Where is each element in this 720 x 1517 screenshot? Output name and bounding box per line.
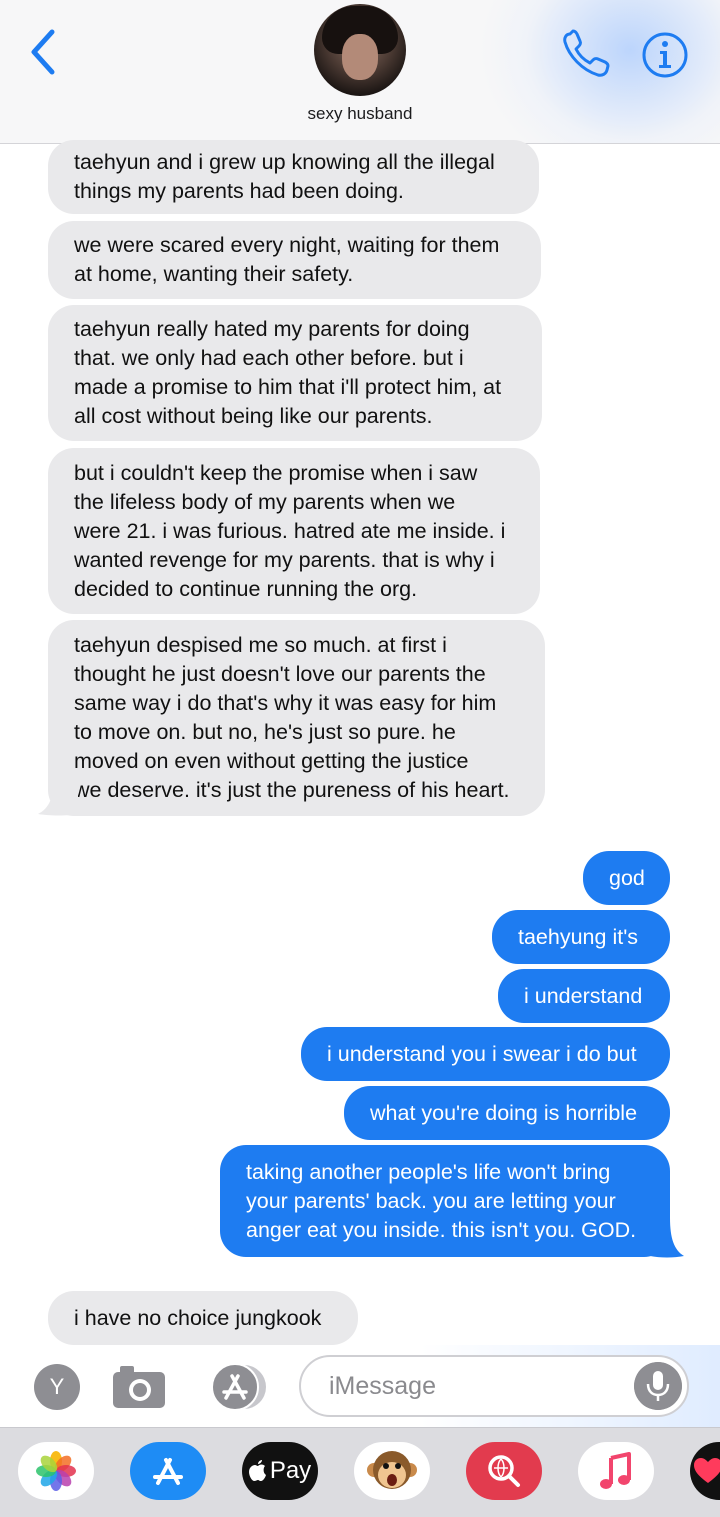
heart-icon	[694, 1458, 720, 1483]
web-search-icon	[488, 1455, 520, 1487]
imessage-placeholder: iMessage	[329, 1372, 436, 1400]
user-avatar-button[interactable]: Y	[34, 1364, 80, 1410]
received-message-bubble[interactable]: we were scared every night, waiting for …	[48, 221, 541, 299]
music-app-button[interactable]	[578, 1442, 654, 1500]
animoji-app-button[interactable]	[354, 1442, 430, 1500]
received-message-bubble[interactable]: taehyun despised me so much. at first i …	[48, 620, 545, 816]
sent-message-bubble[interactable]: i understand you i swear i do but	[301, 1027, 670, 1081]
received-message-bubble[interactable]: taehyun and i grew up knowing all the il…	[48, 140, 539, 214]
info-icon[interactable]	[640, 30, 690, 80]
conversation-header: sexy husband	[0, 0, 720, 144]
apple-pay-icon	[248, 1460, 266, 1481]
apple-pay-app-button[interactable]: Pay	[242, 1442, 318, 1500]
photos-app-button[interactable]	[18, 1442, 94, 1500]
app-store-icon[interactable]	[204, 1362, 272, 1412]
apple-pay-label: Pay	[269, 1457, 312, 1484]
sent-message-bubble[interactable]: god	[583, 851, 670, 905]
app-store-app-button[interactable]	[130, 1442, 206, 1500]
back-chevron-icon[interactable]	[22, 24, 66, 80]
contact-avatar[interactable]	[314, 4, 406, 96]
received-message-bubble[interactable]: i have no choice jungkook	[48, 1291, 358, 1345]
received-message-bubble[interactable]: taehyun really hated my parents for doin…	[48, 305, 542, 441]
music-icon	[600, 1452, 631, 1489]
contact-name[interactable]: sexy husband	[0, 104, 720, 124]
avatar-face	[342, 34, 378, 80]
phone-icon[interactable]	[560, 28, 616, 80]
monkey-animoji-icon	[367, 1451, 417, 1489]
photos-icon	[36, 1451, 76, 1491]
bubble-tail	[650, 1218, 684, 1258]
sent-message-bubble[interactable]: taehyung it's	[492, 910, 670, 964]
received-message-bubble[interactable]: but i couldn't keep the promise when i s…	[48, 448, 540, 614]
app-store-icon	[153, 1458, 183, 1485]
sent-message-bubble[interactable]: taking another people's life won't bring…	[220, 1145, 670, 1257]
microphone-icon[interactable]	[634, 1362, 682, 1410]
web-search-app-button[interactable]	[466, 1442, 542, 1500]
imessage-input[interactable]: iMessage	[299, 1355, 689, 1417]
sent-message-bubble[interactable]: i understand	[498, 969, 670, 1023]
camera-icon[interactable]	[110, 1362, 168, 1412]
sent-message-bubble[interactable]: what you're doing is horrible	[344, 1086, 670, 1140]
bubble-tail	[38, 776, 78, 816]
